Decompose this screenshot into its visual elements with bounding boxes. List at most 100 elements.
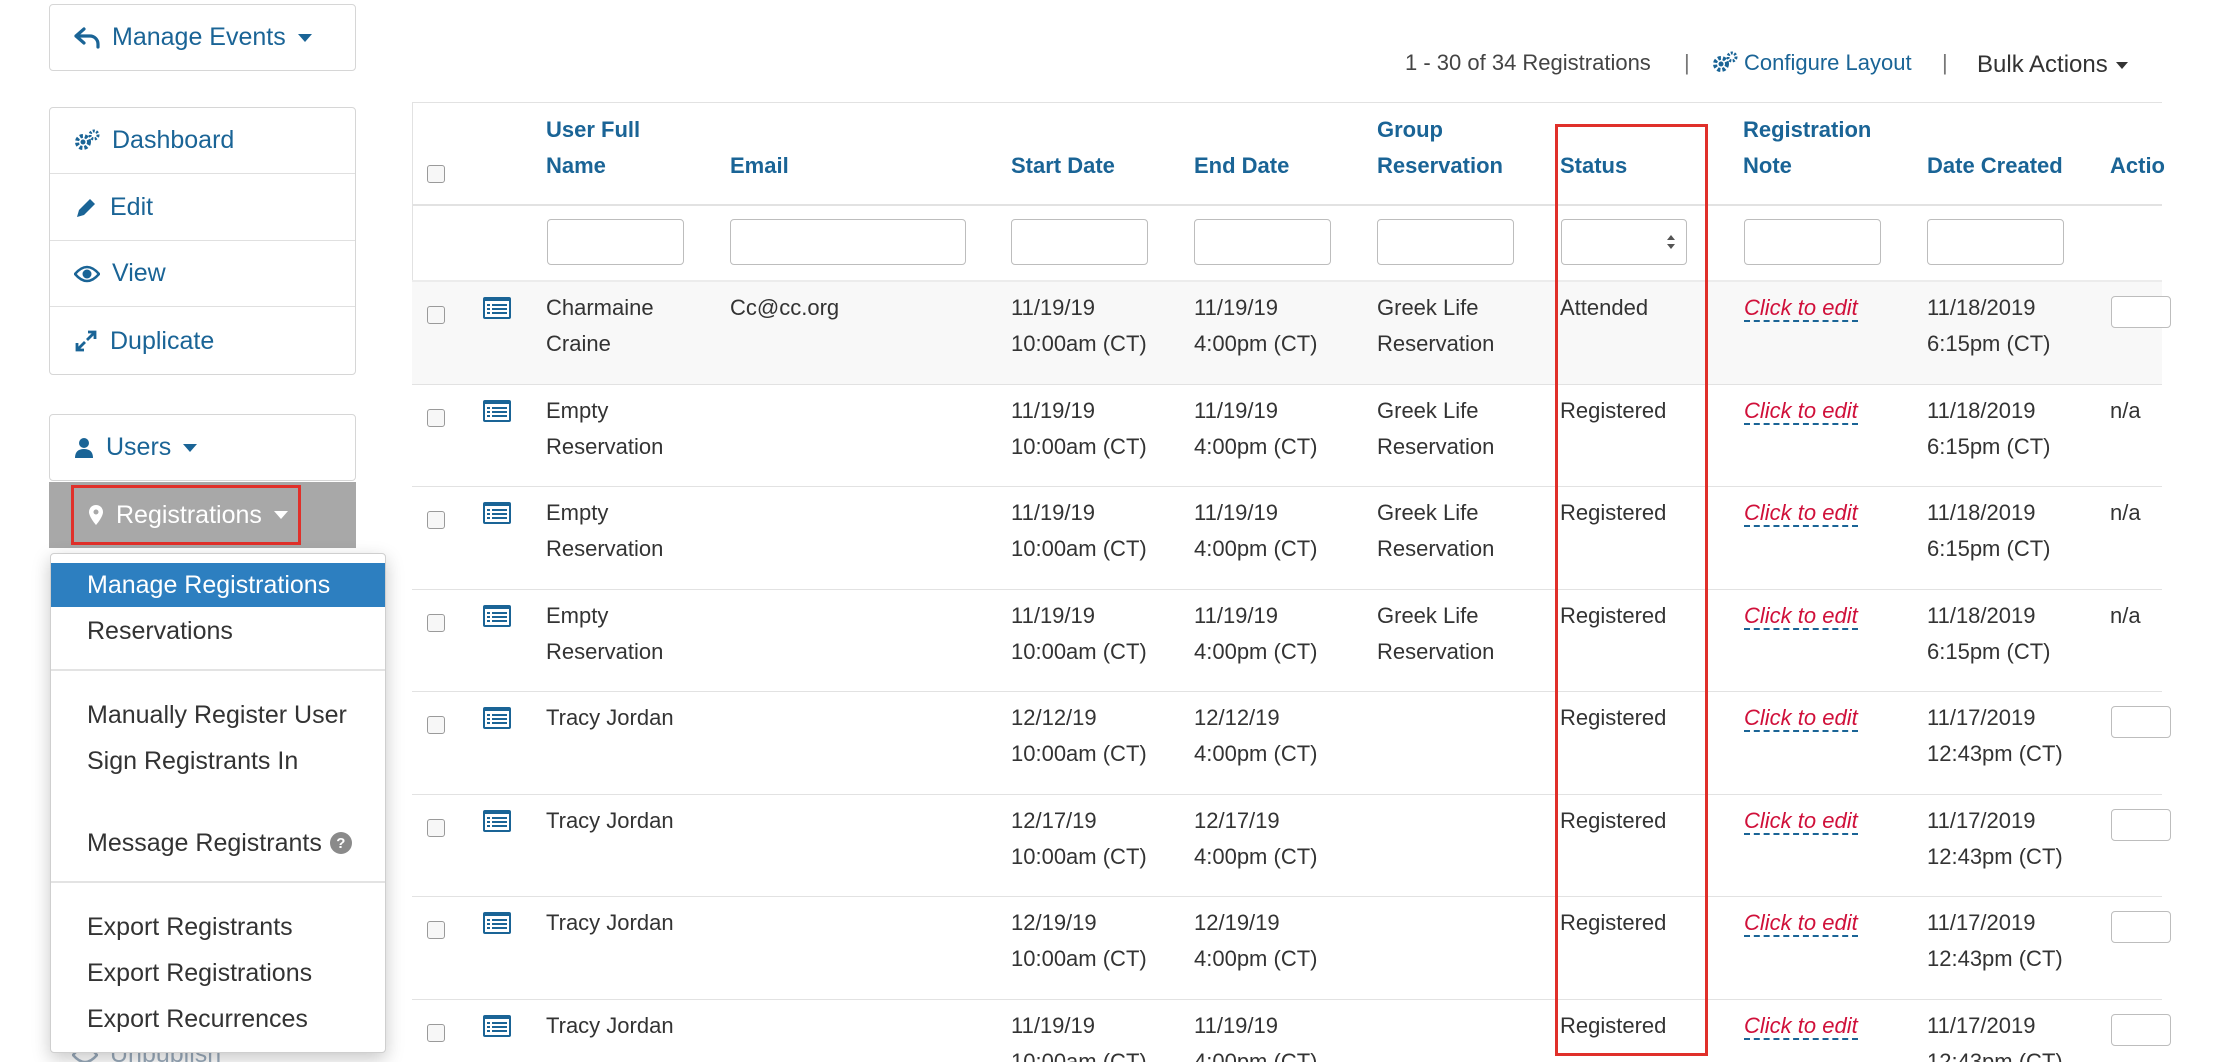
filter-group-reservation[interactable] [1377, 219, 1514, 265]
registrations-label: Registrations [116, 500, 262, 529]
row-checkbox[interactable] [427, 613, 445, 632]
row-checkbox[interactable] [427, 716, 445, 734]
bulk-actions-button[interactable]: Bulk Actions [1977, 51, 2128, 79]
menu-item-export-registrants[interactable]: Export Registrants [51, 905, 385, 949]
details-list-icon[interactable] [482, 399, 512, 423]
cell-line: 11/17/2019 [1927, 910, 2036, 935]
cell-line: 4:00pm (CT) [1194, 741, 1318, 766]
col-header-email[interactable]: Email [730, 148, 789, 184]
menu-item-export-registrations[interactable]: Export Registrations [51, 951, 385, 995]
filter-end-date[interactable] [1194, 219, 1331, 265]
details-list-icon[interactable] [482, 706, 512, 730]
cell-line: 11/19/19 [1194, 500, 1279, 525]
cell-group-reservation[interactable]: Greek Life Reservation [1377, 598, 1494, 670]
chevron-down-icon [2115, 61, 2128, 69]
map-pin-icon [89, 505, 103, 525]
cell-start-date: 12/19/19 10:00am (CT) [1011, 905, 1147, 977]
cell-user-full-name[interactable]: Tracy Jordan [546, 803, 674, 839]
filter-email[interactable] [730, 219, 966, 265]
help-icon[interactable]: ? [329, 832, 352, 854]
cell-user-full-name: Empty Reservation [546, 393, 663, 465]
details-list-icon[interactable] [482, 604, 512, 628]
cell-line: Reservation [546, 433, 664, 459]
cell-registration-note: Click to edit [1744, 1008, 1858, 1044]
filter-status-select[interactable] [1561, 219, 1687, 265]
cell-status: Registered [1560, 1012, 1667, 1038]
menu-item-sign-registrants-in[interactable]: Sign Registrants In [51, 739, 385, 783]
row-checkbox[interactable] [427, 1023, 445, 1042]
action-select[interactable] [2111, 1013, 2171, 1046]
col-header-status[interactable]: Status [1560, 148, 1627, 184]
action-select[interactable] [2111, 296, 2171, 328]
details-list-icon[interactable] [482, 296, 512, 320]
row-checkbox[interactable] [427, 511, 445, 529]
registrations-button[interactable]: Registrations [71, 485, 301, 545]
details-list-icon[interactable] [482, 1014, 512, 1038]
nav-dashboard[interactable]: Dashboard [50, 108, 355, 174]
cell-start-date: 11/19/19 10:00am (CT) [1011, 1008, 1147, 1062]
nav-dashboard-label: Dashboard [112, 126, 235, 154]
action-select[interactable] [2111, 911, 2171, 943]
cell-email: Cc@cc.org [730, 295, 840, 320]
cell-group-reservation[interactable]: Greek Life Reservation [1377, 290, 1494, 362]
col-header-user-full-name[interactable]: User Full Name [546, 112, 640, 184]
menu-item-export-recurrences[interactable]: Export Recurrences [51, 997, 385, 1041]
click-to-edit-link[interactable]: Click to edit [1744, 295, 1858, 322]
row-checkbox[interactable] [427, 408, 445, 427]
cell-group-reservation[interactable]: Greek Life Reservation [1377, 393, 1494, 465]
menu-item-manage-registrations[interactable]: Manage Registrations [51, 563, 385, 607]
nav-duplicate[interactable]: Duplicate [50, 308, 355, 374]
cell-registration-note: Click to edit [1744, 598, 1858, 634]
click-to-edit-link[interactable]: Click to edit [1744, 705, 1858, 732]
row-checkbox[interactable] [427, 818, 445, 837]
toolbar-separator: | [1942, 50, 1948, 75]
filter-user-full-name[interactable] [547, 219, 684, 265]
cell-line: 6:15pm (CT) [1927, 331, 2051, 356]
cell-user-full-name[interactable]: Charmaine Craine [546, 290, 654, 362]
col-header-date-created[interactable]: Date Created [1927, 148, 2063, 184]
row-checkbox[interactable] [427, 306, 445, 324]
cell-registration-note: Click to edit [1744, 495, 1858, 531]
menu-item-reservations[interactable]: Reservations [51, 609, 385, 653]
manage-events-button[interactable]: Manage Events [49, 4, 356, 71]
col-header-group-reservation[interactable]: Group Reservation [1377, 112, 1503, 184]
details-list-icon[interactable] [482, 911, 512, 935]
menu-item-message-registrants[interactable]: Message Registrants? [51, 821, 385, 865]
click-to-edit-link[interactable]: Click to edit [1744, 397, 1858, 425]
cell-user-full-name[interactable]: Tracy Jordan [546, 700, 674, 736]
cell-line: 12/19/19 [1194, 910, 1280, 935]
click-to-edit-link[interactable]: Click to edit [1744, 602, 1858, 630]
cell-line: 4:00pm (CT) [1194, 843, 1318, 869]
nav-view[interactable]: View [50, 241, 355, 307]
cell-user-full-name[interactable]: Tracy Jordan [546, 1008, 674, 1044]
col-header-registration-note[interactable]: Registration Note [1743, 112, 1871, 184]
click-to-edit-link[interactable]: Click to edit [1744, 500, 1858, 527]
click-to-edit-link[interactable]: Click to edit [1744, 910, 1858, 937]
col-header-actions[interactable]: Actio [2110, 148, 2165, 184]
row-checkbox[interactable] [427, 921, 445, 939]
click-to-edit-link[interactable]: Click to edit [1744, 807, 1858, 835]
cell-line: Empty [546, 397, 609, 423]
action-select[interactable] [2111, 706, 2171, 738]
col-header-end-date[interactable]: End Date [1194, 148, 1289, 184]
action-select[interactable] [2111, 808, 2171, 841]
filter-start-date[interactable] [1011, 219, 1148, 265]
col-header-start-date[interactable]: Start Date [1011, 148, 1115, 184]
details-list-icon[interactable] [482, 809, 512, 833]
cell-line: 10:00am (CT) [1011, 1048, 1147, 1062]
header-line: Group [1377, 117, 1443, 142]
nav-edit[interactable]: Edit [50, 175, 355, 241]
menu-item-manually-register-user[interactable]: Manually Register User [51, 693, 385, 737]
details-list-icon[interactable] [482, 501, 512, 525]
click-to-edit-link[interactable]: Click to edit [1744, 1012, 1858, 1040]
filter-registration-note[interactable] [1744, 219, 1881, 265]
menu-item-label: Export Registrations [87, 958, 313, 987]
cell-line: 11/19/19 [1011, 1012, 1096, 1038]
configure-layout-link[interactable]: Configure Layout [1712, 50, 1912, 76]
select-all-checkbox[interactable] [427, 165, 445, 183]
cell-group-reservation[interactable]: Greek Life Reservation [1377, 495, 1494, 567]
cell-line: 11/19/19 [1194, 602, 1279, 628]
users-button[interactable]: Users [49, 414, 356, 481]
filter-date-created[interactable] [1927, 219, 2064, 265]
cell-user-full-name[interactable]: Tracy Jordan [546, 905, 674, 941]
